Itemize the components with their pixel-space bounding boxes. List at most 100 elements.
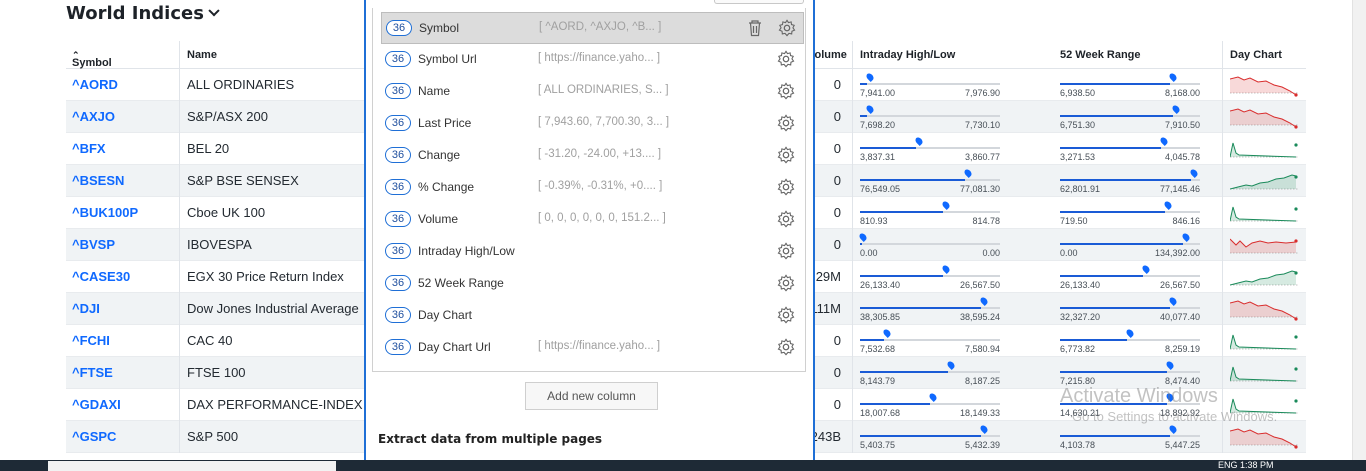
column-item[interactable]: 36 Name [ ALL ORDINARIES, S... ] (381, 76, 804, 108)
gear-icon[interactable] (777, 210, 795, 228)
map-pin-icon (1165, 360, 1175, 370)
intraday-range: 38,305.85 38,595.24 (860, 293, 1000, 325)
range-track (860, 83, 1000, 85)
range-low: 26,133.40 (1060, 280, 1101, 290)
cell-divider (179, 133, 180, 165)
day-chart-sparkline[interactable] (1230, 199, 1298, 227)
cell-divider (1222, 293, 1223, 325)
column-count-badge: 36 (385, 339, 411, 355)
symbol-link[interactable]: ^AXJO (72, 109, 115, 124)
column-item[interactable]: 36 Symbol [ ^AORD, ^AXJO, ^B... ] (381, 12, 804, 44)
symbol-link[interactable]: ^BSESN (72, 173, 124, 188)
cell-divider (852, 133, 853, 165)
header-intraday[interactable]: Intraday High/Low (860, 49, 955, 61)
range-high: 77,081.30 (959, 184, 1000, 194)
day-chart-sparkline[interactable] (1230, 103, 1298, 131)
range-fill (860, 371, 948, 373)
add-new-column-button[interactable]: Add new column (525, 382, 658, 410)
column-item[interactable]: 36 Symbol Url [ https://finance.yaho... ] (381, 44, 804, 76)
header-divider (1222, 41, 1223, 69)
symbol-link[interactable]: ^GDAXI (72, 397, 121, 412)
symbol-link[interactable]: ^GSPC (72, 429, 116, 444)
header-52week[interactable]: 52 Week Range (1060, 49, 1141, 61)
gear-icon[interactable] (777, 114, 795, 132)
gear-icon[interactable] (777, 50, 795, 68)
week52-range: 6,751.30 7,910.50 (1060, 101, 1200, 133)
gear-icon[interactable] (777, 274, 795, 292)
symbol-link[interactable]: ^CASE30 (72, 269, 130, 284)
gear-icon[interactable] (777, 242, 795, 260)
symbol-link[interactable]: ^BUK100P (72, 205, 138, 220)
range-high: 134,392.00 (1154, 248, 1200, 258)
range-high: 7,910.50 (1164, 120, 1200, 130)
range-high: 8,259.19 (1164, 344, 1200, 354)
day-chart-sparkline[interactable] (1230, 71, 1298, 99)
day-chart-sparkline[interactable] (1230, 231, 1298, 259)
column-item[interactable]: 36 Day Chart (381, 300, 804, 332)
map-pin-icon (1163, 200, 1173, 210)
day-chart-sparkline[interactable] (1230, 423, 1298, 451)
range-low: 4,103.78 (1060, 440, 1096, 450)
gear-icon[interactable] (777, 146, 795, 164)
chevron-down-icon[interactable] (208, 5, 220, 17)
panel-top-button[interactable] (714, 0, 804, 4)
range-high: 38,595.24 (959, 312, 1000, 322)
column-name: Symbol Url (418, 52, 477, 66)
symbol-link[interactable]: ^FTSE (72, 365, 113, 380)
column-item[interactable]: 36 52 Week Range (381, 268, 804, 300)
gear-icon[interactable] (777, 178, 795, 196)
page-title[interactable]: World Indices (66, 3, 220, 24)
column-count-badge: 36 (386, 20, 412, 36)
column-name: Change (418, 148, 461, 162)
column-item[interactable]: 36 Last Price [ 7,943.60, 7,700.30, 3... ] (381, 108, 804, 140)
day-chart-sparkline[interactable] (1230, 135, 1298, 163)
cell-divider (179, 421, 180, 453)
week52-range: 26,133.40 26,567.50 (1060, 261, 1200, 293)
taskbar-search-box[interactable] (48, 461, 336, 471)
symbol-link[interactable]: ^AORD (72, 77, 118, 92)
symbol-link[interactable]: ^FCHI (72, 333, 110, 348)
system-tray[interactable]: ENG 1:38 PM (1218, 460, 1274, 470)
trash-icon[interactable] (747, 19, 763, 37)
column-item[interactable]: 36 % Change [ -0.39%, -0.31%, +0.... ] (381, 172, 804, 204)
symbol-link[interactable]: ^BFX (72, 141, 106, 156)
header-name[interactable]: Name (187, 49, 217, 61)
symbol-link[interactable]: ^BVSP (72, 237, 115, 252)
scrollbar[interactable] (1352, 0, 1366, 460)
day-chart-sparkline[interactable] (1230, 295, 1298, 323)
gear-icon[interactable] (777, 82, 795, 100)
range-fill (1060, 179, 1191, 181)
intraday-range: 7,698.20 7,730.10 (860, 101, 1000, 133)
column-preview: [ https://finance.yaho... ] (538, 340, 661, 352)
day-chart-sparkline[interactable] (1230, 359, 1298, 387)
column-item[interactable]: 36 Intraday High/Low (381, 236, 804, 268)
symbol-link[interactable]: ^DJI (72, 301, 100, 316)
column-item[interactable]: 36 Volume [ 0, 0, 0, 0, 0, 0, 151.2... ] (381, 204, 804, 236)
range-low: 26,133.40 (860, 280, 901, 290)
gear-icon[interactable] (777, 306, 795, 324)
column-item[interactable]: 36 Change [ -31.20, -24.00, +13.... ] (381, 140, 804, 172)
day-chart-sparkline[interactable] (1230, 167, 1298, 195)
index-name: Dow Jones Industrial Average (187, 301, 359, 316)
day-chart-sparkline[interactable] (1230, 263, 1298, 291)
column-editor-panel: 36 Symbol [ ^AORD, ^AXJO, ^B... ] 36 Symbol … (364, 0, 815, 471)
column-item[interactable]: 36 Day Chart Url [ https://finance.yaho...… (381, 332, 804, 364)
intraday-range: 0.00 0.00 (858, 229, 1000, 261)
range-low: 810.93 (860, 216, 888, 226)
column-name: Intraday High/Low (418, 244, 515, 258)
header-symbol[interactable]: Symbol ⌃ (72, 49, 112, 69)
gear-icon[interactable] (778, 19, 796, 37)
index-name: BEL 20 (187, 141, 230, 156)
extract-multiple-pages-label: Extract data from multiple pages (378, 432, 603, 446)
day-chart-sparkline[interactable] (1230, 327, 1298, 355)
range-high: 40,077.40 (1159, 312, 1200, 322)
column-preview: [ -31.20, -24.00, +13.... ] (538, 148, 662, 160)
header-daychart[interactable]: Day Chart (1230, 49, 1282, 61)
gear-icon[interactable] (777, 338, 795, 356)
cell-divider (179, 101, 180, 133)
range-fill (1060, 435, 1170, 437)
column-preview: [ -0.39%, -0.31%, +0.... ] (538, 180, 663, 192)
range-track (860, 115, 1000, 117)
map-pin-icon (914, 136, 924, 146)
range-high: 26,567.50 (1159, 280, 1200, 290)
